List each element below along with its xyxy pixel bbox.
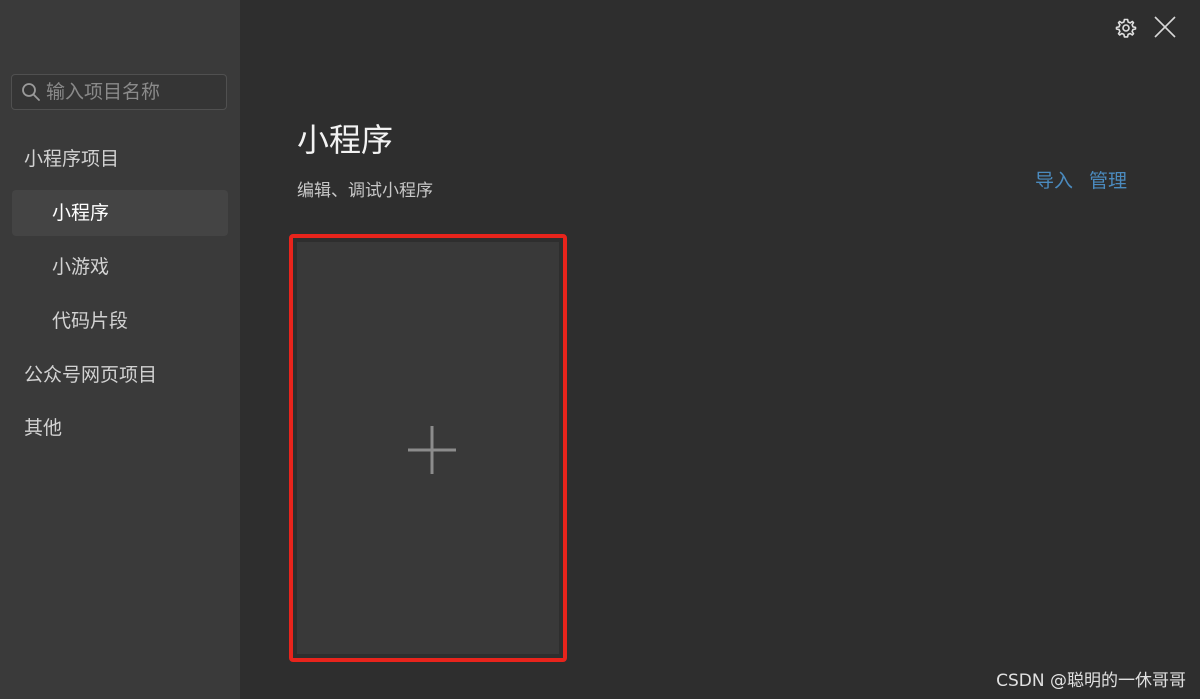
page-subtitle: 编辑、调试小程序: [297, 181, 433, 201]
search-box[interactable]: [11, 74, 227, 110]
import-link[interactable]: 导入: [1035, 167, 1073, 195]
sidebar-item-label: 公众号网页项目: [24, 364, 158, 386]
gear-icon[interactable]: [1115, 17, 1137, 39]
new-project-card-body[interactable]: [297, 242, 559, 654]
manage-link[interactable]: 管理: [1089, 167, 1127, 195]
sidebar-item-label: 其他: [24, 417, 63, 439]
watermark: CSDN @聪明的一休哥哥: [996, 671, 1186, 691]
search-icon: [22, 83, 40, 101]
sidebar-item-code-snippets[interactable]: 代码片段: [12, 298, 228, 344]
sidebar-item-other[interactable]: 其他: [12, 405, 228, 451]
sidebar-item-minigame[interactable]: 小游戏: [12, 244, 228, 290]
sidebar-item-official-account-web[interactable]: 公众号网页项目: [12, 352, 228, 398]
plus-icon: [408, 426, 456, 474]
page-title: 小程序: [297, 121, 394, 159]
sidebar-item-miniprogram-projects[interactable]: 小程序项目: [12, 136, 228, 182]
close-icon[interactable]: [1154, 16, 1176, 38]
sidebar-item-label: 小程序项目: [24, 148, 120, 170]
search-input[interactable]: [46, 75, 222, 109]
sidebar: 小程序项目 小程序 小游戏 代码片段 公众号网页项目 其他: [0, 0, 240, 699]
sidebar-item-label: 代码片段: [52, 310, 129, 332]
sidebar-item-label: 小程序: [52, 202, 110, 224]
sidebar-item-miniprogram[interactable]: 小程序: [12, 190, 228, 236]
sidebar-item-label: 小游戏: [52, 256, 110, 278]
new-project-card[interactable]: [289, 234, 567, 662]
